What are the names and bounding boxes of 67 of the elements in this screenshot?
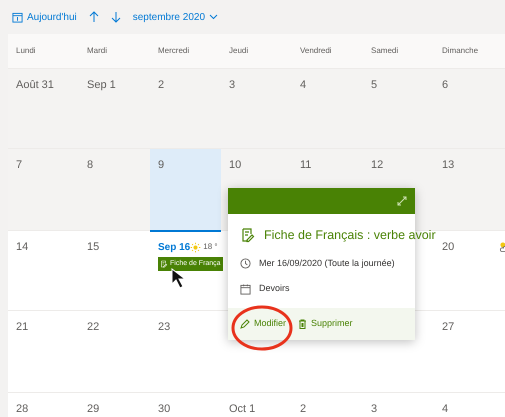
day-number: Oct 1 xyxy=(229,402,256,416)
weekday-label: Dimanche xyxy=(441,44,480,57)
event-time: Mer 16/09/2020 (Toute la journée) xyxy=(259,256,395,270)
day-number: 6 xyxy=(442,78,448,92)
day-cell[interactable]: Sep 1 xyxy=(79,68,150,148)
day-number: 12 xyxy=(371,158,384,172)
weekday-label: Mardi xyxy=(86,44,108,57)
day-cell[interactable]: 4 xyxy=(292,68,363,148)
today-button[interactable]: Aujourd'hui xyxy=(12,10,77,24)
calendar-today-icon xyxy=(12,12,23,22)
calendar-name: Devoirs xyxy=(259,282,290,296)
expand-icon[interactable] xyxy=(397,196,407,206)
trash-icon xyxy=(298,318,308,329)
weekday-label: Vendredi xyxy=(299,44,333,57)
day-number: 9 xyxy=(158,158,164,172)
day-number: Sep 16 xyxy=(158,240,190,254)
day-cell[interactable]: 13 xyxy=(434,148,505,230)
day-number: 3 xyxy=(371,402,378,416)
day-cell[interactable]: 2 xyxy=(150,68,221,148)
day-number: 14 xyxy=(16,240,28,254)
clock-icon xyxy=(240,258,251,269)
day-number: 2 xyxy=(158,78,164,92)
day-cell[interactable]: 9 xyxy=(150,148,221,230)
calendar-icon xyxy=(240,284,251,294)
annotation-circle xyxy=(230,304,294,352)
delete-button[interactable]: Supprimer xyxy=(298,317,353,330)
day-cell[interactable]: 6 xyxy=(434,68,505,148)
day-number: 23 xyxy=(158,320,170,334)
day-cell[interactable]: 5 xyxy=(363,68,434,148)
day-number: 13 xyxy=(442,158,454,172)
weekday-label: Samedi xyxy=(370,44,400,57)
weekday-label: Jeudi xyxy=(228,44,250,57)
day-number: 28 xyxy=(16,402,28,416)
day-cell[interactable]: Août 31 xyxy=(8,68,79,148)
day-number: 21 xyxy=(16,320,28,334)
day-cell[interactable]: 8 xyxy=(79,148,150,230)
chevron-down-icon xyxy=(209,14,218,20)
day-number: 10 xyxy=(229,158,242,172)
day-number: 8 xyxy=(87,158,94,172)
weekday-label: Lundi xyxy=(15,44,37,57)
event-title: Fiche de Français : verbe avoir xyxy=(264,227,436,244)
day-number: 5 xyxy=(371,78,378,92)
pencil-icon xyxy=(240,318,250,329)
day-number: 15 xyxy=(87,240,100,254)
previous-arrow-icon[interactable] xyxy=(88,11,99,23)
month-picker[interactable]: septembre 2020 xyxy=(132,10,218,24)
day-number: 27 xyxy=(442,320,454,334)
day-number: 22 xyxy=(87,320,100,334)
day-number: 7 xyxy=(16,158,22,172)
day-number: Sep 1 xyxy=(87,78,116,92)
day-number: 11 xyxy=(300,158,312,172)
day-number: 4 xyxy=(442,402,448,416)
next-arrow-icon[interactable] xyxy=(110,11,121,23)
day-cell[interactable]: 7 xyxy=(8,148,79,230)
day-cell[interactable]: 3 xyxy=(221,68,292,148)
sun-icon xyxy=(190,242,202,252)
day-number: 29 xyxy=(87,402,100,416)
notes-icon xyxy=(160,260,168,268)
weekday-label: Mercredi xyxy=(157,44,190,57)
day-number: 30 xyxy=(158,402,170,416)
day-number: Août 31 xyxy=(16,78,54,92)
temperature: 18 ° xyxy=(203,241,218,253)
day-number: 20 xyxy=(442,240,454,254)
day-number: 2 xyxy=(300,402,306,416)
day-number: 4 xyxy=(300,78,306,92)
notes-icon xyxy=(240,227,256,244)
day-number: 3 xyxy=(229,78,236,92)
